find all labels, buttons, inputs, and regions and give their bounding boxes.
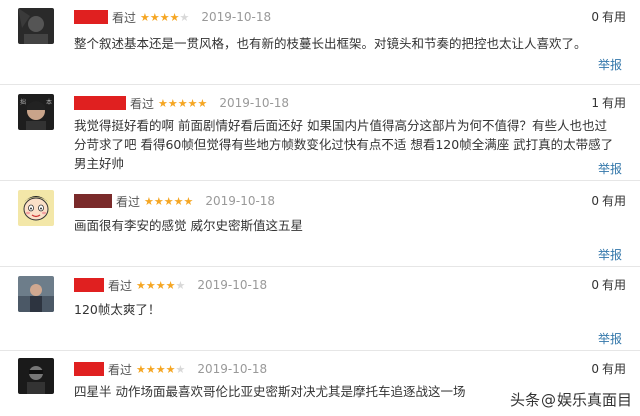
- useful-count: 1: [591, 96, 599, 110]
- review-text: 120帧太爽了！: [74, 302, 161, 317]
- review-meta: 看过 ★★★★★ 2019-10-18: [74, 94, 289, 112]
- report-link[interactable]: 举报: [598, 56, 622, 73]
- useful-count: 0: [591, 10, 599, 24]
- review-date: 2019-10-18: [197, 278, 268, 292]
- useful-vote[interactable]: 0 有用: [591, 8, 626, 25]
- useful-button[interactable]: 有用: [602, 194, 626, 208]
- review-meta: 看过 ★★★★★ 2019-10-18: [74, 192, 275, 210]
- useful-count: 0: [591, 194, 599, 208]
- star-rating: ★★★★★: [136, 362, 186, 376]
- review-date: 2019-10-18: [197, 362, 268, 376]
- useful-vote[interactable]: 0 有用: [591, 276, 626, 293]
- report-link[interactable]: 举报: [598, 330, 622, 347]
- watermark-account: 娱乐真面目: [556, 391, 632, 409]
- avatar[interactable]: [18, 358, 54, 394]
- review-meta: 看过 ★★★★★ 2019-10-18: [74, 360, 267, 378]
- watched-label: 看过: [130, 96, 155, 111]
- review-text: 整个叙述基本还是一贯风格，也有新的枝蔓长出框架。对镜头和节奏的把控也太让人喜欢了…: [74, 36, 587, 51]
- review-meta: 看过 ★★★★★ 2019-10-18: [74, 8, 271, 26]
- watched-label: 看过: [112, 10, 137, 25]
- redacted-username: [74, 362, 104, 376]
- review-date: 2019-10-18: [201, 10, 272, 24]
- review-date: 2019-10-18: [205, 194, 276, 208]
- avatar[interactable]: [18, 190, 54, 226]
- redacted-username: [74, 278, 104, 292]
- watched-label: 看过: [116, 194, 141, 209]
- review-date: 2019-10-18: [219, 96, 290, 110]
- useful-button[interactable]: 有用: [602, 96, 626, 110]
- useful-button[interactable]: 有用: [602, 278, 626, 292]
- review-item: 看过 ★★★★★ 2019-10-18 0 有用 整个叙述基本还是一贯风格，也有新…: [0, 0, 640, 85]
- report-link[interactable]: 举报: [598, 246, 622, 263]
- redacted-username: [74, 96, 126, 110]
- watched-label: 看过: [108, 362, 133, 377]
- star-rating: ★★★★★: [158, 96, 208, 110]
- star-rating: ★★★★★: [144, 194, 194, 208]
- useful-vote[interactable]: 0 有用: [591, 192, 626, 209]
- watermark-at: @: [540, 390, 556, 409]
- review-item: 看过 ★★★★★ 2019-10-18 0 有用 画面很有李安的感觉 威尔史密斯值…: [0, 180, 640, 267]
- avatar[interactable]: [18, 8, 54, 44]
- svg-text:本: 本: [46, 98, 52, 106]
- avatar[interactable]: [18, 276, 54, 312]
- report-link[interactable]: 举报: [598, 160, 622, 177]
- useful-button[interactable]: 有用: [602, 10, 626, 24]
- review-meta: 看过 ★★★★★ 2019-10-18: [74, 276, 267, 294]
- source-watermark: 头条 @ 娱乐真面目: [510, 389, 632, 410]
- star-rating: ★★★★★: [136, 278, 186, 292]
- useful-button[interactable]: 有用: [602, 362, 626, 376]
- useful-vote[interactable]: 1 有用: [591, 94, 626, 111]
- avatar[interactable]: 拙 本: [18, 94, 54, 130]
- review-text: 我觉得挺好看的啊 前面剧情好看后面还好 如果国内片值得高分这部片为何不值得？有些…: [74, 118, 614, 171]
- review-text: 画面很有李安的感觉 威尔史密斯值这五星: [74, 218, 303, 233]
- review-item: 看过 ★★★★★ 2019-10-18 0 有用 120帧太爽了！ 举报: [0, 266, 640, 351]
- star-rating: ★★★★★: [140, 10, 190, 24]
- review-item: 拙 本 看过 ★★★★★ 2019-10-18 1 有用 我觉得挺好看的啊 前面剧…: [0, 84, 640, 181]
- redacted-username: [74, 10, 108, 24]
- svg-text:拙: 拙: [20, 98, 26, 106]
- watched-label: 看过: [108, 278, 133, 293]
- useful-count: 0: [591, 362, 599, 376]
- redacted-username: [74, 194, 112, 208]
- watermark-source: 头条: [509, 391, 540, 409]
- useful-vote[interactable]: 0 有用: [591, 360, 626, 377]
- useful-count: 0: [591, 278, 599, 292]
